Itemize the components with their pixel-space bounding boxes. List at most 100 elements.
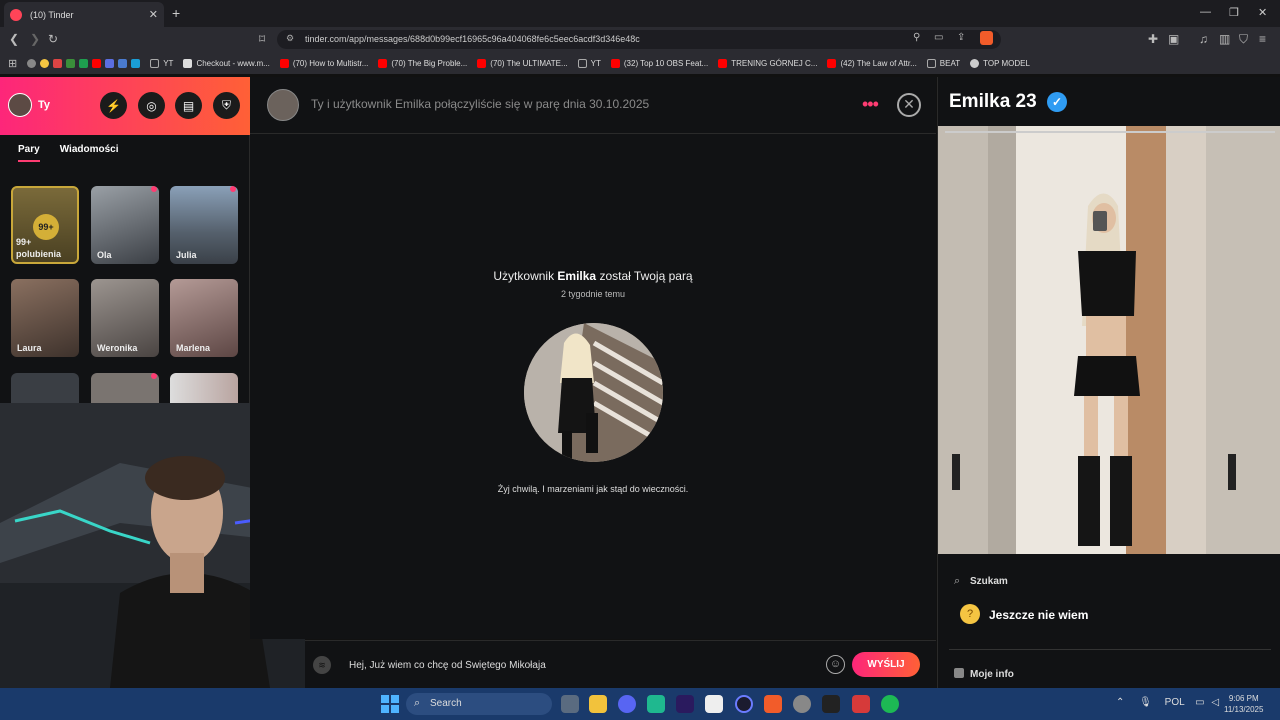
match-card[interactable]: Ola [91, 186, 159, 264]
brave-shield-icon[interactable] [980, 31, 993, 45]
location-icon[interactable]: ⚲ [913, 32, 920, 43]
network-icon[interactable]: ▭ [1195, 697, 1204, 708]
spotify-share-button[interactable]: ≋ [313, 656, 331, 674]
extensions-icon[interactable]: ✚ [1148, 32, 1158, 46]
message-input[interactable] [349, 654, 819, 676]
bookmark-label: TRENING GÓRNEJ C... [731, 58, 818, 68]
windows-logo-icon [391, 705, 399, 713]
app-icon[interactable] [105, 58, 115, 68]
cast-icon[interactable]: ▭ [934, 32, 943, 43]
share-icon[interactable]: ⇪ [957, 32, 965, 43]
bookmark-item[interactable]: (70) How to Multistr... [279, 58, 368, 68]
bookmark-item[interactable]: Checkout - www.m... [183, 58, 270, 68]
discord-icon[interactable] [118, 58, 128, 68]
gmail-icon[interactable] [53, 58, 63, 68]
bookmark-item[interactable]: TOP MODEL [970, 58, 1030, 68]
bookmark-item[interactable]: YT [150, 58, 173, 68]
reload-icon[interactable]: ↻ [48, 32, 58, 46]
app-icon[interactable] [647, 695, 665, 713]
chevron-up-icon[interactable]: ⌃ [1116, 697, 1124, 708]
emoji-button[interactable]: ☺ [826, 655, 845, 674]
clock[interactable]: 9:06 PM 11/13/2025 [1224, 693, 1263, 715]
tab-messages[interactable]: Wiadomości [60, 144, 119, 162]
apple-icon[interactable] [27, 58, 37, 68]
match-card[interactable]: Julia [170, 186, 238, 264]
shield-icon: ⛨ [221, 98, 231, 112]
language-indicator[interactable]: POL [1165, 697, 1185, 708]
restore-icon[interactable]: ❐ [1229, 6, 1239, 19]
task-view-icon[interactable] [561, 695, 579, 713]
match-name: Weronika [97, 343, 138, 353]
obs-icon[interactable] [735, 695, 753, 713]
premiere-icon[interactable] [676, 695, 694, 713]
minimize-icon[interactable]: — [1200, 6, 1211, 18]
bookmark-item[interactable]: (70) The ULTIMATE... [477, 58, 568, 68]
capcut-icon[interactable] [705, 695, 723, 713]
taskbar-search-placeholder: Search [430, 698, 462, 709]
match-avatar[interactable] [267, 89, 299, 121]
likes-card[interactable]: 99+ 99+ polubienia [11, 186, 79, 264]
sidebar-toggle-icon[interactable]: ▥ [1219, 32, 1230, 46]
new-tab-icon[interactable]: + [172, 5, 180, 21]
work-mode-button[interactable]: ▤ [175, 92, 202, 119]
chrome-icon[interactable] [793, 695, 811, 713]
search-icon: ⌕ [954, 575, 961, 587]
looking-for-value: Jeszcze nie wiem [989, 608, 1089, 622]
sidebar-header: Ty ⚡ ◎ ▤ ⛨ [0, 77, 250, 135]
smiley-icon[interactable] [40, 58, 50, 68]
media-icon[interactable]: ♫ [1199, 32, 1208, 46]
back-icon[interactable]: ❮ [9, 32, 19, 46]
terminal-icon[interactable] [822, 695, 840, 713]
match-title-prefix: Użytkownik [493, 269, 558, 283]
app-icon[interactable] [852, 695, 870, 713]
close-window-icon[interactable]: ✕ [1258, 6, 1267, 19]
bookmark-item[interactable]: (32) Top 10 OBS Feat... [610, 58, 708, 68]
screenshot-icon[interactable]: ▣ [1168, 32, 1179, 46]
bookmark-item[interactable]: (42) The Law of Attr... [827, 58, 917, 68]
drive-icon[interactable] [66, 58, 76, 68]
match-card[interactable] [170, 373, 238, 403]
bookmark-item[interactable]: (70) The Big Proble... [378, 58, 467, 68]
brave-icon[interactable] [764, 695, 782, 713]
youtube-icon[interactable] [92, 58, 102, 68]
match-card[interactable]: Laura [11, 279, 79, 357]
match-card[interactable] [11, 373, 79, 403]
address-bar[interactable]: ⚙ tinder.com/app/messages/688d0b99ecf169… [277, 30, 1001, 49]
site-info-icon[interactable]: ⚙ [286, 33, 294, 44]
menu-icon[interactable]: ≡ [1259, 32, 1266, 46]
close-chat-button[interactable]: ✕ [897, 93, 921, 117]
volume-icon[interactable]: ◁ [1211, 697, 1219, 708]
bookmark-icon[interactable]: ⌑ [259, 32, 265, 46]
apps-icon[interactable]: ⊞ [8, 57, 17, 70]
youtube-icon [279, 58, 289, 68]
spotify-icon[interactable] [881, 695, 899, 713]
browser-tab[interactable]: (10) Tinder ✕ [4, 2, 164, 27]
bookmark-item[interactable]: BEAT [926, 58, 960, 68]
microphone-icon[interactable]: 🎙 [1139, 697, 1152, 708]
start-button[interactable] [381, 695, 399, 713]
tab-matches[interactable]: Pary [18, 144, 40, 162]
taskbar-search[interactable]: ⌕ Search [406, 693, 552, 715]
vpn-icon[interactable]: ⛉ [1239, 32, 1248, 47]
match-name: Julia [176, 250, 197, 260]
profile-label[interactable]: Ty [38, 99, 50, 111]
profile-photo[interactable] [938, 126, 1280, 554]
explore-button[interactable]: ◎ [138, 92, 165, 119]
bookmark-item[interactable]: YT [577, 58, 601, 68]
bookmark-item[interactable]: TRENING GÓRNEJ C... [718, 58, 818, 68]
avatar[interactable] [8, 93, 32, 117]
match-photo[interactable] [524, 323, 663, 462]
file-explorer-icon[interactable] [589, 695, 607, 713]
match-card[interactable]: Marlena [170, 279, 238, 357]
boost-button[interactable]: ⚡ [100, 92, 127, 119]
match-card[interactable] [91, 373, 159, 403]
send-button[interactable]: WYŚLIJ [852, 652, 920, 677]
safety-button[interactable]: ⛨ [213, 92, 240, 119]
close-tab-icon[interactable]: ✕ [149, 8, 158, 21]
discord-icon[interactable] [618, 695, 636, 713]
forward-icon[interactable]: ❯ [30, 32, 40, 46]
d-app-icon[interactable] [131, 58, 141, 68]
more-options-icon[interactable]: ••• [862, 94, 879, 115]
sheets-icon[interactable] [79, 58, 89, 68]
match-card[interactable]: Weronika [91, 279, 159, 357]
